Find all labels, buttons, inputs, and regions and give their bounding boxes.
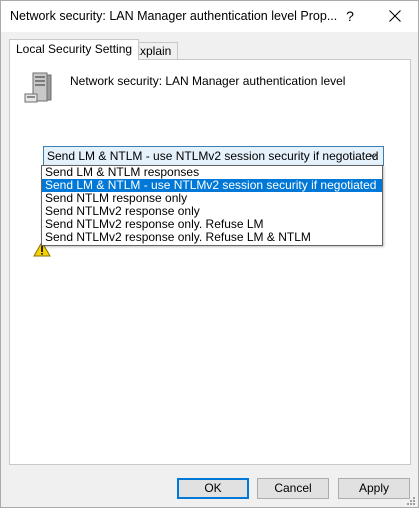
help-button[interactable]: ? [337, 4, 363, 28]
dialog-button-bar: OK Cancel Apply [1, 471, 418, 507]
selected-value: Send LM & NTLM - use NTLMv2 session secu… [47, 149, 379, 163]
policy-title: Network security: LAN Manager authentica… [70, 74, 346, 88]
close-icon [389, 10, 401, 22]
window-title: Network security: LAN Manager authentica… [10, 9, 338, 23]
title-bar: Network security: LAN Manager authentica… [1, 1, 418, 32]
settings-panel: Network security: LAN Manager authentica… [9, 59, 411, 465]
properties-dialog: Network security: LAN Manager authentica… [0, 0, 419, 508]
server-icon [24, 72, 52, 103]
cancel-button[interactable]: Cancel [257, 478, 329, 499]
ok-button[interactable]: OK [177, 478, 249, 499]
chevron-down-icon [369, 153, 378, 159]
tab-local-security-setting[interactable]: Local Security Setting [9, 39, 140, 60]
authentication-level-select[interactable]: Send LM & NTLM - use NTLMv2 session secu… [43, 146, 384, 166]
resize-grip-icon[interactable] [405, 495, 416, 506]
authentication-level-dropdown-list: Send LM & NTLM responses Send LM & NTLM … [41, 165, 383, 246]
apply-button[interactable]: Apply [338, 478, 410, 499]
dropdown-option-ntlmv2-refuse-lm-ntlm[interactable]: Send NTLMv2 response only. Refuse LM & N… [42, 231, 382, 244]
close-button[interactable] [378, 4, 412, 28]
